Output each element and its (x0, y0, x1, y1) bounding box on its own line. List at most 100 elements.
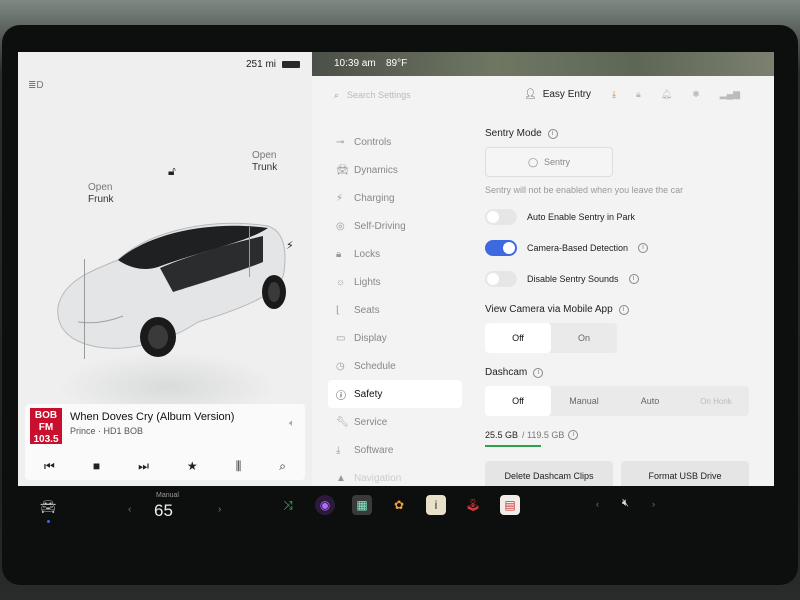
open-trunk-prefix: Open (252, 150, 277, 161)
next-icon[interactable]: ⏭︎ (138, 459, 149, 474)
toggle-icon: ⊸ (336, 136, 345, 148)
download-icon[interactable]: ⤓ (612, 89, 616, 100)
info-icon[interactable]: i (638, 243, 649, 253)
camera-detection-toggle[interactable] (485, 240, 517, 256)
menu-item-safety[interactable]: ⓘ Safety (328, 380, 462, 408)
menu-item-charging[interactable]: ⚡︎ Charging (328, 184, 462, 212)
alert-icon: ⓘ (336, 390, 346, 402)
open-frunk-button[interactable]: Open Frunk (88, 182, 114, 206)
disable-sentry-sounds-toggle[interactable] (485, 271, 517, 287)
clock: 10:39 am (334, 58, 376, 69)
previous-icon[interactable]: ⏮︎ (44, 459, 55, 474)
camera-detection-row: Camera-Based Detection i (485, 239, 770, 257)
view-camera-selector: Off On (485, 323, 617, 353)
info-icon[interactable]: i (533, 367, 544, 378)
station-logo: BOB FM 103.5 (30, 408, 62, 445)
status-bar: 10:39 am 89°F (312, 52, 774, 76)
menu-item-service[interactable]: 🔧︎ Service (328, 408, 462, 436)
auto-enable-sentry-toggle[interactable] (485, 209, 517, 225)
driver-profile-button[interactable]: 👤︎ Easy Entry (524, 89, 591, 100)
sun-icon: ☼ (336, 276, 346, 288)
wrench-icon: 🔧︎ (336, 416, 349, 428)
dashcam-auto[interactable]: Auto (617, 386, 683, 416)
open-trunk-label: Trunk (252, 162, 278, 173)
info-icon[interactable]: i (568, 430, 579, 440)
headlight-icon[interactable]: ≣D (28, 80, 44, 91)
range-indicator: 251 mi (246, 59, 300, 70)
menu-item-dynamics[interactable]: 🚘︎ Dynamics (328, 156, 462, 184)
format-usb-drive-button[interactable]: Format USB Drive (621, 461, 749, 486)
sentry-button[interactable]: ◯ Sentry (485, 147, 613, 177)
battery-icon (282, 61, 300, 68)
open-frunk-prefix: Open (88, 182, 113, 193)
search-settings-input[interactable]: ⌕ Search Settings (334, 90, 411, 101)
menu-item-controls[interactable]: ⊸ Controls (328, 128, 462, 156)
delete-dashcam-clips-button[interactable]: Delete Dashcam Clips (485, 461, 613, 486)
open-trunk-button[interactable]: Open Trunk (252, 150, 277, 174)
dashcam-heading: Dashcam i (485, 367, 770, 378)
favorite-star-icon[interactable]: ★ (187, 459, 198, 474)
search-icon[interactable]: ⌕ (279, 459, 286, 474)
menu-item-software[interactable]: ⤓ Software (328, 436, 462, 464)
storage-bar (485, 445, 541, 447)
lte-signal-icon: ▂▄▆ (719, 89, 740, 99)
menu-item-display[interactable]: ▭ Display (328, 324, 462, 352)
info-icon[interactable]: i (628, 274, 639, 284)
temp-down-icon[interactable]: ‹ (128, 504, 131, 515)
settings-menu: ⊸ Controls 🚘︎ Dynamics ⚡︎ Charging ◎ Self-Dr… (328, 128, 462, 486)
unlock-icon[interactable]: 🔓︎ (168, 164, 176, 179)
temp-up-icon[interactable]: › (218, 504, 221, 515)
volume-up-icon[interactable]: › (652, 499, 655, 509)
manual-icon[interactable]: i (426, 495, 446, 515)
sentry-mode-heading: Sentry Mode i (485, 128, 770, 139)
sentry-eye-icon: ◯ (527, 156, 539, 167)
menu-item-locks[interactable]: 🔒︎ Locks (328, 240, 462, 268)
auto-enable-sentry-row: Auto Enable Sentry in Park (485, 208, 770, 226)
storage-used: 25.5 GB (485, 430, 519, 440)
car-icon[interactable]: 🚘︎ (40, 499, 57, 515)
view-camera-on[interactable]: On (551, 323, 617, 353)
range-text: 251 mi (245, 59, 276, 70)
menu-item-self-driving[interactable]: ◎ Self-Driving (328, 212, 462, 240)
dashcam-viewer-icon[interactable]: ▦ (352, 495, 372, 515)
open-frunk-label: Frunk (88, 194, 114, 205)
dashcam-manual[interactable]: Manual (551, 386, 617, 416)
search-placeholder: Search Settings (347, 90, 411, 100)
speaker-icon[interactable]: 🔈︎ (289, 418, 295, 429)
mute-icon[interactable]: 🔇︎ (622, 497, 629, 510)
calendar-icon[interactable]: ▤ (500, 495, 520, 515)
camera-app-icon[interactable]: ◉ (315, 495, 335, 515)
seat-icon: ⌊ (336, 304, 340, 316)
toybox-icon[interactable]: ✿ (389, 495, 409, 515)
touchscreen: 251 mi ≣D Open Frunk Open Trunk 🔓︎ ⚡︎ BO… (18, 52, 774, 486)
stop-icon[interactable]: ■ (93, 459, 100, 474)
trunk-pointer-line (249, 227, 250, 277)
arcade-joystick-icon[interactable]: 🕹︎ (463, 495, 483, 515)
bluetooth-icon[interactable]: ✱ (692, 89, 700, 100)
climate-temperature[interactable]: 65 (154, 501, 173, 521)
safety-settings: Sentry Mode i ◯ Sentry Sentry will not b… (485, 128, 770, 447)
equalizer-icon[interactable]: ⫼ (236, 459, 242, 474)
dashcam-actions: Delete Dashcam Clips Format USB Drive (485, 461, 749, 486)
dashcam-selector: Off Manual Auto On Honk (485, 386, 749, 416)
view-camera-off[interactable]: Off (485, 323, 551, 353)
download-icon: ⤓ (336, 444, 341, 456)
media-controls: ⏮︎ ■ ⏭︎ ★ ⫼ ⌕ (25, 459, 305, 474)
menu-item-schedule[interactable]: ◷ Schedule (328, 352, 462, 380)
dashcam-on-honk[interactable]: On Honk (683, 386, 749, 416)
volume-down-icon[interactable]: ‹ (596, 499, 599, 509)
menu-item-seats[interactable]: ⌊ Seats (328, 296, 462, 324)
bell-icon[interactable]: 🔔︎ (661, 89, 672, 100)
info-icon[interactable]: i (618, 304, 629, 315)
info-icon[interactable]: i (547, 128, 558, 139)
profile-name: Easy Entry (542, 89, 592, 100)
charge-port-icon[interactable]: ⚡︎ (286, 239, 294, 252)
menu-item-navigation[interactable]: ▲ Navigation (328, 464, 462, 486)
car-icon: 🚘︎ (336, 164, 349, 176)
lock-icon: 🔒︎ (336, 248, 342, 260)
search-icon: ⌕ (334, 90, 340, 100)
shuffle-icon[interactable]: ⤨ (278, 495, 298, 515)
menu-item-lights[interactable]: ☼ Lights (328, 268, 462, 296)
lock-icon[interactable]: 🔒︎ (636, 89, 641, 100)
dashcam-off[interactable]: Off (485, 386, 551, 416)
